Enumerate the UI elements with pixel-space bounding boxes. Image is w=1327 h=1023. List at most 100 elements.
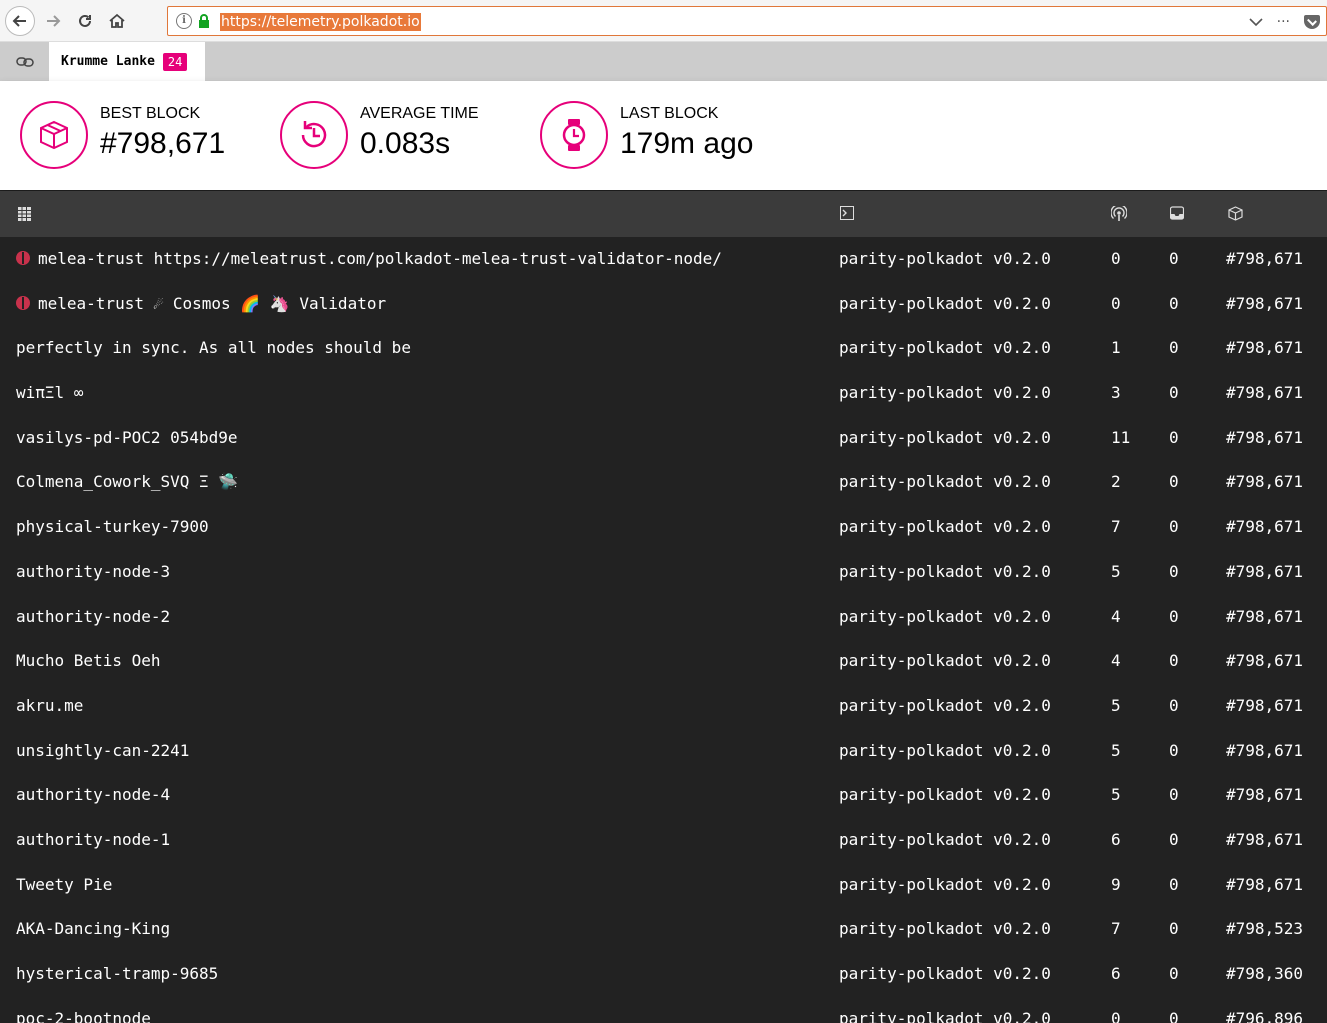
node-block: #798,671 — [1226, 785, 1304, 805]
node-peers: 5 — [1111, 740, 1121, 760]
broadcast-icon[interactable] — [1111, 206, 1127, 222]
last-block-value: 179m ago — [620, 127, 754, 160]
node-name-text: authority-node-1 — [16, 829, 171, 849]
average-time-label: AVERAGE TIME — [360, 105, 479, 122]
node-txs: 0 — [1169, 383, 1179, 403]
table-row[interactable]: vasilys-pd-POC2 054bd9e parity-polkadot v… — [0, 416, 1327, 461]
node-name-text: unsightly-can-2241 — [16, 740, 190, 760]
reload-button[interactable] — [70, 6, 100, 36]
table-row[interactable]: wiπΞl ∞ parity-polkadot v0.2.0 3 0 #798,671 — [0, 371, 1327, 416]
node-peers: 11 — [1111, 427, 1131, 447]
more-actions-icon[interactable]: ··· — [1277, 14, 1290, 30]
node-name: authority-node-3 — [16, 562, 170, 581]
node-name: authority-node-1 — [16, 830, 170, 849]
node-name: poc-2-bootnode — [16, 1009, 151, 1023]
table-row[interactable]: perfectly in sync. As all nodes should b… — [0, 326, 1327, 371]
table-row[interactable]: unsightly-can-2241 parity-polkadot v0.2.0… — [0, 729, 1327, 774]
node-name-text: authority-node-2 — [16, 606, 171, 626]
node-txs: 0 — [1169, 517, 1179, 537]
url-bar[interactable]: i https://telemetry.polkadot.io ··· — [167, 6, 1327, 36]
node-implementation: parity-polkadot v0.2.0 — [839, 427, 1051, 447]
node-txs: 0 — [1169, 249, 1179, 268]
chain-tab-krumme-lanke[interactable]: Krumme Lanke 24 — [49, 42, 205, 81]
node-txs: 0 — [1169, 785, 1179, 805]
link-icon[interactable] — [16, 56, 34, 68]
best-block-label: BEST BLOCK — [100, 105, 201, 122]
node-name: AKA-Dancing-King — [16, 919, 170, 938]
chain-tabs: Krumme Lanke 24 — [0, 42, 1327, 81]
watch-icon — [540, 101, 608, 169]
cube-icon — [20, 101, 88, 169]
node-name: authority-node-4 — [16, 785, 170, 804]
node-block: #798,671 — [1226, 695, 1304, 715]
node-block: #798,671 — [1226, 740, 1304, 760]
table-row[interactable]: hysterical-tramp-9685 parity-polkadot v0.… — [0, 952, 1327, 997]
node-name-text: vasilys-pd-POC2 054bd9e — [16, 427, 238, 447]
table-row[interactable]: poc-2-bootnode parity-polkadot v0.2.0 0 0 #7… — [0, 997, 1327, 1023]
url-text[interactable]: https://telemetry.polkadot.io — [220, 13, 421, 31]
table-row[interactable]: authority-node-4 parity-polkadot v0.2.0 5 0… — [0, 773, 1327, 818]
node-name-text: perfectly in sync. As all nodes should b… — [16, 338, 411, 358]
node-peers: 1 — [1111, 338, 1121, 358]
table-row[interactable]: AKA-Dancing-King parity-polkadot v0.2.0 7 0… — [0, 907, 1327, 952]
node-name-text: melea-trust https://meleatrust.com/polka… — [38, 249, 722, 268]
node-txs: 0 — [1169, 829, 1179, 849]
table-row[interactable]: akru.me parity-polkadot v0.2.0 5 0 #798,671 — [0, 684, 1327, 729]
table-row[interactable]: melea-trust https://meleatrust.com/polka… — [0, 237, 1327, 282]
chevron-down-icon[interactable] — [1249, 17, 1263, 27]
node-name-text: melea-trust ☄ Cosmos 🌈 🦄 Validator — [38, 293, 387, 313]
average-time-value: 0.083s — [360, 127, 451, 160]
node-name: hysterical-tramp-9685 — [16, 964, 218, 983]
home-button[interactable] — [102, 6, 132, 36]
node-peers: 9 — [1111, 874, 1121, 894]
node-name-text: akru.me — [16, 695, 84, 715]
node-implementation: parity-polkadot v0.2.0 — [839, 740, 1051, 760]
node-txs: 0 — [1169, 338, 1179, 358]
forward-button[interactable] — [38, 6, 68, 36]
node-implementation: parity-polkadot v0.2.0 — [839, 651, 1051, 671]
node-implementation: parity-polkadot v0.2.0 — [839, 964, 1051, 983]
node-table-body: melea-trust https://meleatrust.com/polka… — [0, 237, 1327, 1023]
terminal-icon[interactable] — [840, 206, 854, 220]
back-button[interactable] — [5, 6, 35, 36]
table-row[interactable]: authority-node-1 parity-polkadot v0.2.0 6 0… — [0, 818, 1327, 863]
node-txs: 0 — [1169, 919, 1179, 939]
table-row[interactable]: authority-node-2 parity-polkadot v0.2.0 4 0… — [0, 595, 1327, 640]
info-icon[interactable]: i — [176, 13, 192, 29]
table-row[interactable]: Colmena_Cowork_SVQ Ξ 🛸 parity-polkadot v0… — [0, 460, 1327, 505]
node-name-text: poc-2-bootnode — [16, 1008, 151, 1023]
list-icon[interactable] — [18, 206, 31, 222]
node-txs: 0 — [1169, 427, 1179, 447]
node-peers: 7 — [1111, 517, 1121, 537]
arrow-right-icon — [47, 15, 61, 27]
node-implementation: parity-polkadot v0.2.0 — [839, 517, 1051, 537]
node-peers: 6 — [1111, 964, 1121, 983]
pocket-icon[interactable] — [1304, 15, 1320, 29]
node-peers: 0 — [1111, 249, 1121, 268]
lock-icon[interactable] — [198, 14, 210, 28]
ladybug-icon — [16, 295, 30, 310]
node-implementation: parity-polkadot v0.2.0 — [839, 874, 1051, 894]
node-block: #798,671 — [1226, 293, 1304, 313]
table-row[interactable]: Mucho Betis Oeh parity-polkadot v0.2.0 4 0 #… — [0, 639, 1327, 684]
node-block: #798,671 — [1226, 606, 1304, 626]
node-name: authority-node-2 — [16, 607, 170, 626]
node-table-header — [0, 191, 1327, 237]
table-row[interactable]: physical-turkey-7900 parity-polkadot v0.2… — [0, 505, 1327, 550]
node-name-text: authority-node-3 — [16, 561, 171, 581]
table-row[interactable]: authority-node-3 parity-polkadot v0.2.0 5 0… — [0, 550, 1327, 595]
inbox-icon[interactable] — [1170, 206, 1184, 220]
node-peers: 6 — [1111, 829, 1121, 849]
table-row[interactable]: Tweety Pie parity-polkadot v0.2.0 9 0 #798,6… — [0, 863, 1327, 908]
node-implementation: parity-polkadot v0.2.0 — [839, 606, 1051, 626]
chain-tab-label: Krumme Lanke — [61, 54, 155, 69]
node-block: #798,671 — [1226, 829, 1304, 849]
node-block: #798,671 — [1226, 561, 1304, 581]
node-block: #798,671 — [1226, 383, 1304, 403]
table-row[interactable]: melea-trust ☄ Cosmos 🌈 🦄 Validator parity… — [0, 282, 1327, 327]
node-block: #798,523 — [1226, 919, 1304, 939]
node-implementation: parity-polkadot v0.2.0 — [839, 785, 1051, 805]
node-block: #798,671 — [1226, 874, 1304, 894]
cube-icon[interactable] — [1228, 206, 1243, 221]
node-txs: 0 — [1169, 472, 1179, 492]
